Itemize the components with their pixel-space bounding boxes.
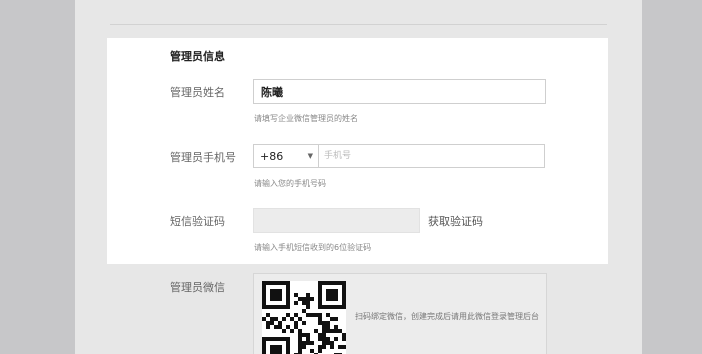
sms-code-input[interactable]: [253, 208, 420, 233]
admin-name-input[interactable]: [253, 79, 546, 104]
get-code-button[interactable]: 获取验证码: [428, 213, 483, 229]
phone-number-input[interactable]: [318, 144, 545, 168]
admin-wechat-label: 管理员微信: [170, 281, 225, 294]
admin-phone-label: 管理员手机号: [170, 151, 236, 164]
admin-phone-hint: 请输入您的手机号码: [254, 179, 326, 188]
country-code-select[interactable]: +86 ▼: [253, 144, 319, 168]
sms-code-hint: 请输入手机短信收到的6位验证码: [254, 243, 372, 252]
section-title: 管理员信息: [170, 50, 225, 63]
admin-name-hint: 请填写企业微信管理员的姓名: [254, 114, 358, 123]
section-divider: [110, 24, 607, 25]
sms-code-label: 短信验证码: [170, 215, 225, 228]
country-code-value: +86: [260, 149, 284, 163]
qr-code-icon: [262, 281, 346, 354]
qr-caption: 扫码绑定微信，创建完成后请用此微信登录管理后台: [355, 312, 539, 321]
chevron-down-icon: ▼: [307, 152, 313, 160]
admin-name-label: 管理员姓名: [170, 86, 225, 99]
